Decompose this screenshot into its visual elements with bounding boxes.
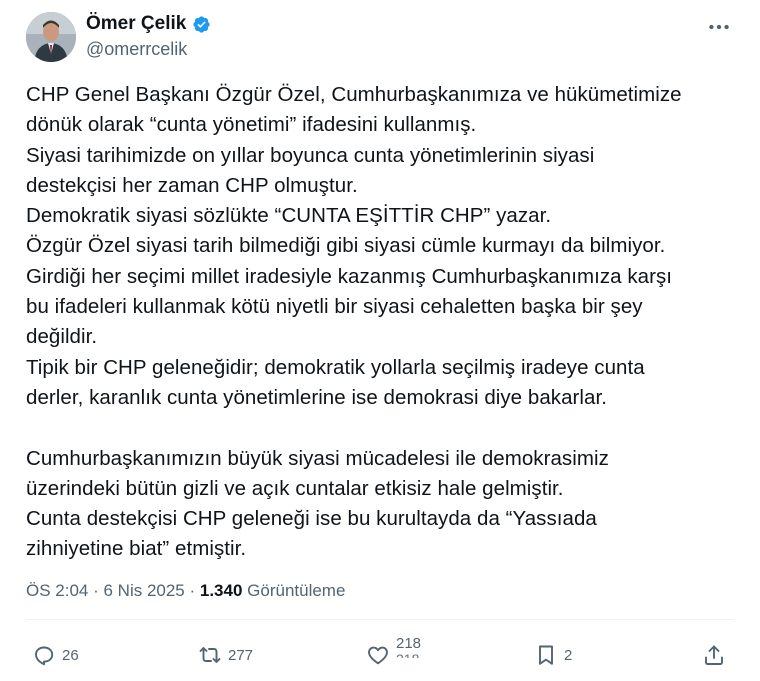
bookmark-icon [539, 645, 553, 665]
tweet-text-line: Girdiği her seçimi millet iradesiyle kaz… [26, 264, 672, 288]
tweet-text-line: dönük olarak “cunta yönetimi” ifadesini … [26, 113, 477, 137]
retweet-icon [199, 647, 221, 663]
tweet-text-line: Tipik bir CHP geleneğidir; demokratik yo… [26, 355, 645, 379]
tweet-text-line: Siyasi tarihimizde on yıllar boyunca cun… [26, 143, 595, 167]
tweet-text-line: bu ifadeleri kullanmak kötü niyetli bir … [26, 295, 643, 319]
author-name-row[interactable]: Ömer Çelik [86, 12, 211, 36]
more-button[interactable] [706, 14, 732, 40]
retweet-button[interactable]: 277 [198, 641, 253, 669]
like-button[interactable]: 218 218 [366, 636, 421, 669]
tweet-text-line: derler, karanlık cunta yönetimlerine ise… [26, 385, 607, 409]
tweet-text-line: Demokratik siyasi sözlükte “CUNTA EŞİTTİ… [26, 204, 552, 228]
verified-badge-icon [193, 15, 210, 33]
more-icon [709, 24, 729, 30]
tweet-text-line: Özgür Özel siyasi tarih bilmediği gibi s… [26, 234, 666, 258]
retweet-count: 277 [228, 646, 254, 664]
meta-separator: · [88, 581, 104, 600]
like-icon [368, 646, 388, 665]
author-name[interactable]: Ömer Çelik [86, 12, 186, 36]
like-count-rolling: 218 [396, 652, 421, 658]
tweet-meta: ÖS 2:04 · 6 Nis 2025 · 1.340 Görüntüleme [26, 579, 345, 603]
tweet-text-line: Cumhurbaşkanımızın büyük siyasi mücadele… [26, 446, 609, 470]
avatar[interactable] [26, 12, 76, 62]
views-count: 1.340 [199, 581, 243, 600]
tweet-date[interactable]: 6 Nis 2025 [103, 581, 184, 600]
like-count: 218 [396, 635, 422, 652]
tweet-text-line: değildir. [26, 325, 98, 349]
avatar-image [26, 12, 76, 62]
share-icon [705, 645, 723, 665]
views-label: Görüntüleme [242, 581, 346, 600]
reply-count: 26 [62, 646, 79, 664]
tweet-text-line: destekçisi her zaman CHP olmuştur. [26, 173, 358, 197]
share-button[interactable] [702, 641, 726, 669]
tweet-text: CHP Genel Başkanı Özgür Özel, Cumhurbaşk… [26, 80, 746, 565]
author-handle[interactable]: @omerrcelik [86, 37, 187, 61]
tweet: Ömer Çelik @omerrcelik CHP Genel Başkanı… [0, 0, 760, 681]
tweet-text-line: Cunta destekçisi CHP geleneği ise bu kur… [26, 507, 597, 531]
divider [26, 619, 734, 620]
paragraph-break [26, 413, 746, 443]
bookmark-count: 2 [564, 646, 573, 664]
tweet-time[interactable]: ÖS 2:04 [26, 581, 88, 600]
tweet-text-line: üzerindeki bütün gizli ve açık cuntalar … [26, 476, 564, 500]
reply-button[interactable]: 26 [32, 641, 79, 669]
reply-icon [35, 646, 54, 666]
bookmark-button[interactable]: 2 [534, 641, 572, 669]
meta-separator: · [184, 581, 200, 600]
tweet-text-line: CHP Genel Başkanı Özgür Özel, Cumhurbaşk… [26, 83, 682, 106]
like-count-wrap: 218 218 [396, 635, 422, 659]
tweet-text-line: zihniyetine biat” etmiştir. [26, 537, 247, 561]
